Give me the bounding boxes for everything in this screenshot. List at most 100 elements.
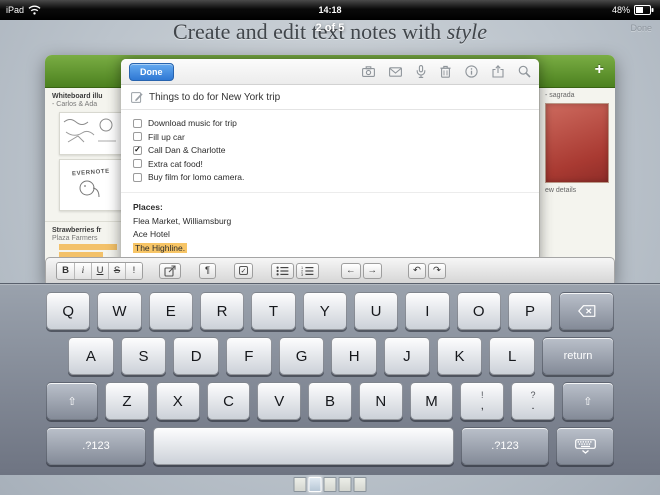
note-editor: Done (121, 59, 539, 285)
period-key[interactable]: ? . (511, 382, 555, 420)
whiteboard-thumbnail (59, 112, 123, 155)
paragraph-button[interactable]: ¶ (199, 263, 216, 279)
key-l[interactable]: L (489, 337, 535, 375)
indent-button[interactable]: → (363, 263, 383, 279)
key-e[interactable]: E (149, 292, 193, 330)
info-icon[interactable] (465, 65, 478, 78)
note-title[interactable]: Things to do for New York trip (149, 92, 280, 103)
redo-button[interactable]: ↷ (428, 263, 446, 279)
note-card[interactable]: Whiteboard illu - Carlos & Ada EVERNOTE (45, 88, 122, 215)
page-thumb-5[interactable] (354, 477, 367, 492)
checklist-label: Extra cat food! (148, 159, 203, 169)
note-toolbar-icons (362, 65, 531, 78)
photo-thumbnail (545, 103, 609, 183)
checklist-item: Fill up car (133, 132, 527, 142)
note-title-row: Things to do for New York trip (121, 85, 539, 110)
key-j[interactable]: J (384, 337, 430, 375)
tutorial-done-button[interactable]: Done (630, 23, 652, 33)
key-t[interactable]: T (251, 292, 295, 330)
page-thumbnails (294, 477, 367, 492)
space-key[interactable] (153, 427, 454, 465)
numbered-list-button[interactable]: 1 2 3 (296, 263, 319, 279)
insert-link-button[interactable] (159, 263, 181, 279)
note-body[interactable]: Download music for trip Fill up car ✓ Ca… (121, 110, 539, 255)
checklist-label: Call Dan & Charlotte (148, 145, 225, 155)
trash-icon[interactable] (440, 65, 451, 78)
underline-button[interactable]: U (91, 263, 108, 279)
numbers-key-right[interactable]: .?123 (461, 427, 549, 465)
note-divider (121, 192, 539, 193)
status-left: iPad (6, 5, 41, 15)
key-f[interactable]: F (226, 337, 272, 375)
comma-key[interactable]: ! , (460, 382, 504, 420)
microphone-icon[interactable] (416, 65, 426, 78)
shift-key-right[interactable]: ⇧ (562, 382, 614, 420)
highlighted-text-preview (59, 244, 117, 250)
status-right: 48% (612, 5, 654, 15)
tutorial-title-text: Create and edit text notes with (173, 19, 447, 44)
key-o[interactable]: O (457, 292, 501, 330)
outdent-button[interactable]: ← (341, 263, 361, 279)
note-card[interactable]: Strawberries fr Plaza Farmers (45, 221, 122, 262)
backspace-icon (578, 305, 596, 317)
page-thumb-2-active[interactable] (309, 477, 322, 492)
page-thumb-4[interactable] (339, 477, 352, 492)
key-k[interactable]: K (437, 337, 483, 375)
key-u[interactable]: U (354, 292, 398, 330)
key-r[interactable]: R (200, 292, 244, 330)
checkbox-checked[interactable]: ✓ (133, 146, 142, 155)
key-m[interactable]: M (410, 382, 454, 420)
checkbox[interactable] (133, 132, 142, 141)
key-n[interactable]: N (359, 382, 403, 420)
key-h[interactable]: H (331, 337, 377, 375)
key-p[interactable]: P (508, 292, 552, 330)
search-icon[interactable] (518, 65, 531, 78)
device-label: iPad (6, 5, 24, 15)
key-w[interactable]: W (97, 292, 141, 330)
key-z[interactable]: Z (105, 382, 149, 420)
key-g[interactable]: G (279, 337, 325, 375)
checklist-label: Buy film for lomo camera. (148, 172, 244, 182)
dismiss-keyboard-key[interactable] (556, 427, 614, 465)
strikethrough-button[interactable]: S (108, 263, 125, 279)
page-thumb-1[interactable] (294, 477, 307, 492)
numbers-key-left[interactable]: .?123 (46, 427, 146, 465)
key-y[interactable]: Y (303, 292, 347, 330)
return-key[interactable]: return (542, 337, 614, 375)
key-i[interactable]: I (405, 292, 449, 330)
checkbox-insert-button[interactable]: ✓ (234, 263, 253, 279)
backspace-key[interactable] (559, 292, 614, 330)
battery-icon (634, 5, 654, 15)
checkbox[interactable] (133, 173, 142, 182)
exclaim-style-button[interactable]: ! (125, 263, 142, 279)
highlighted-text: The Highline. (133, 243, 187, 253)
note-card-subtitle: Plaza Farmers (52, 235, 120, 242)
envelope-icon[interactable] (389, 67, 402, 77)
note-done-button[interactable]: Done (129, 63, 174, 81)
key-x[interactable]: X (156, 382, 200, 420)
key-b[interactable]: B (308, 382, 352, 420)
checkbox[interactable] (133, 119, 142, 128)
italic-button[interactable]: i (74, 263, 91, 279)
checkbox[interactable] (133, 159, 142, 168)
new-note-button[interactable]: + (595, 61, 604, 79)
bullet-list-button[interactable] (271, 263, 294, 279)
key-v[interactable]: V (257, 382, 301, 420)
key-d[interactable]: D (173, 337, 219, 375)
key-q[interactable]: Q (46, 292, 90, 330)
undo-button[interactable]: ↶ (408, 263, 426, 279)
key-c[interactable]: C (207, 382, 251, 420)
key-s[interactable]: S (121, 337, 167, 375)
page-thumb-3[interactable] (324, 477, 337, 492)
note-card-subtitle: ew details (540, 183, 615, 194)
key-a[interactable]: A (68, 337, 114, 375)
note-text-block: Places: Flea Market, Williamsburg Ace Ho… (133, 201, 527, 255)
bold-button[interactable]: B (57, 263, 74, 279)
shift-key[interactable]: ⇧ (46, 382, 98, 420)
body-line: The Highline. (133, 242, 527, 256)
page-indicator: 2 of 5 (316, 22, 345, 34)
note-card-title: Whiteboard illu (52, 93, 120, 100)
share-icon[interactable] (492, 65, 504, 78)
camera-icon[interactable] (362, 66, 375, 77)
checklist-item: ✓ Call Dan & Charlotte (133, 145, 527, 155)
